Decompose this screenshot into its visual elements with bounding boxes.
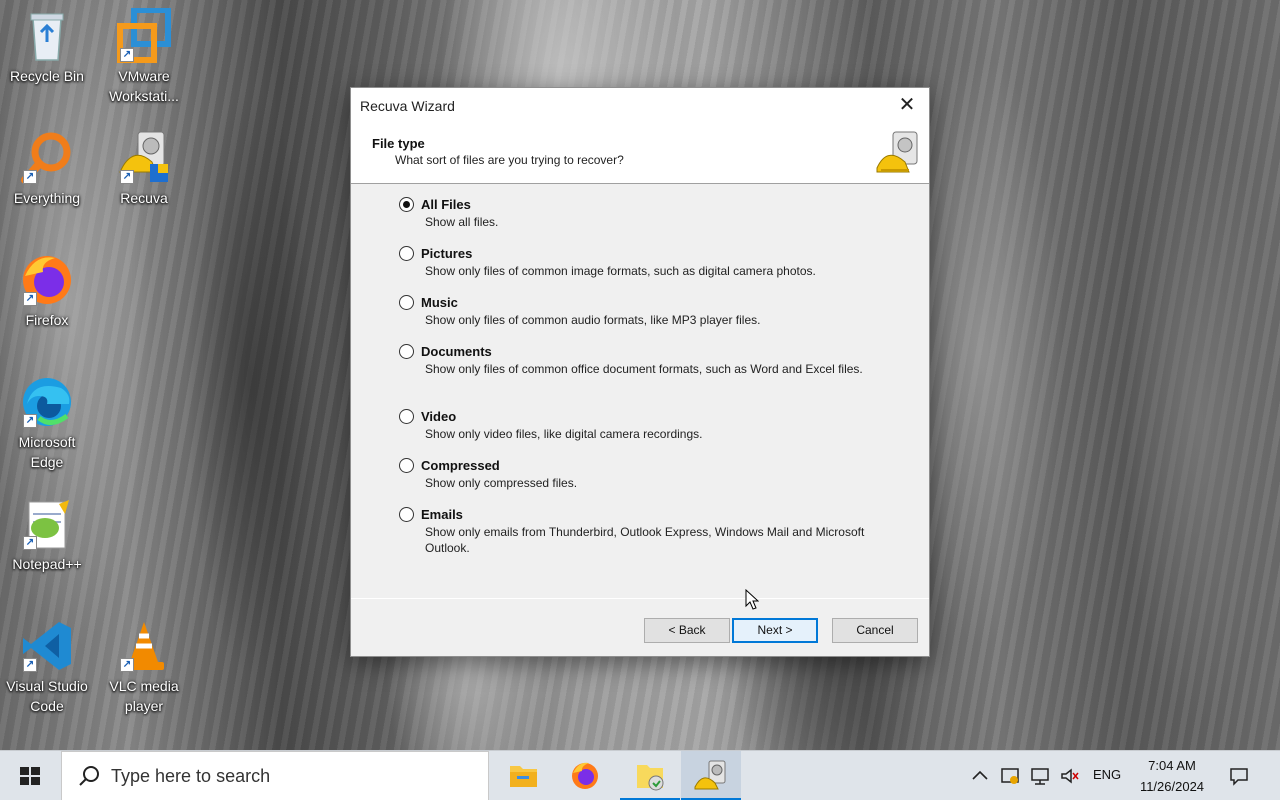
- radio-documents[interactable]: [399, 344, 414, 359]
- desktop-icon-label: Firefox: [25, 312, 69, 328]
- wizard-header: File type What sort of files are you try…: [351, 124, 929, 184]
- search-icon: [79, 766, 99, 786]
- option-label: Compressed: [421, 458, 500, 473]
- option-music[interactable]: Music Show only files of common audio fo…: [399, 294, 879, 328]
- radio-pictures[interactable]: [399, 246, 414, 261]
- desktop-icon-firefox[interactable]: ↗ Firefox: [2, 252, 92, 330]
- desktop-icon-label: Microsoft Edge: [18, 434, 76, 470]
- desktop-icon-label: VMware Workstati...: [109, 68, 179, 104]
- option-description: Show only emails from Thunderbird, Outlo…: [425, 525, 865, 555]
- recuva-wizard-dialog: Recuva Wizard ✕ File type What sort of f…: [350, 87, 930, 657]
- desktop-icon-everything[interactable]: ↗ Everything: [2, 130, 92, 208]
- network-icon[interactable]: [1029, 765, 1051, 787]
- everything-search-icon: ↗: [19, 130, 75, 186]
- shortcut-arrow-icon: ↗: [23, 414, 37, 428]
- desktop-icon-notepadpp[interactable]: ↗ Notepad++: [2, 496, 92, 574]
- vmware-icon: ↗: [116, 7, 172, 64]
- notepadpp-icon: ↗: [19, 496, 75, 552]
- desktop-icon-edge[interactable]: ↗ Microsoft Edge: [2, 374, 92, 472]
- notification-center-icon[interactable]: [1228, 765, 1250, 787]
- shortcut-arrow-icon: ↗: [120, 170, 134, 184]
- clock-date: 11/26/2024: [1139, 779, 1205, 794]
- desktop-icon-recycle-bin[interactable]: Recycle Bin: [2, 8, 92, 86]
- recuva-icon: [694, 760, 726, 790]
- footer-separator: [351, 598, 929, 599]
- desktop-icon-label: Everything: [13, 190, 81, 206]
- shortcut-arrow-icon: ↗: [23, 292, 37, 306]
- option-description: Show only files of common office documen…: [425, 362, 863, 376]
- clock-time: 7:04 AM: [1148, 758, 1196, 773]
- chevron-up-icon[interactable]: [969, 765, 991, 787]
- start-button[interactable]: [0, 751, 60, 800]
- next-button[interactable]: Next >: [732, 618, 818, 643]
- taskbar-firefox[interactable]: [555, 751, 615, 800]
- option-label: All Files: [421, 197, 471, 212]
- radio-video[interactable]: [399, 409, 414, 424]
- folder-icon: [510, 766, 537, 787]
- vlc-cone-icon: ↗: [116, 618, 172, 674]
- edge-icon: ↗: [19, 374, 75, 430]
- option-emails[interactable]: Emails Show only emails from Thunderbird…: [399, 506, 879, 556]
- option-label: Emails: [421, 507, 463, 522]
- option-pictures[interactable]: Pictures Show only files of common image…: [399, 245, 879, 279]
- shortcut-arrow-icon: ↗: [23, 536, 37, 550]
- radio-music[interactable]: [399, 295, 414, 310]
- desktop-icon-label: Visual Studio Code: [6, 678, 88, 714]
- close-icon[interactable]: ✕: [885, 88, 929, 124]
- desktop-icon-label: VLC media player: [109, 678, 179, 714]
- option-documents[interactable]: Documents Show only files of common offi…: [399, 343, 879, 377]
- desktop-icon-vlc[interactable]: ↗ VLC media player: [99, 618, 189, 716]
- option-compressed[interactable]: Compressed Show only compressed files.: [399, 457, 879, 491]
- firefox-icon: [572, 762, 598, 789]
- volume-muted-icon[interactable]: [1059, 765, 1081, 787]
- radio-compressed[interactable]: [399, 458, 414, 473]
- taskbar-file-explorer[interactable]: [493, 751, 553, 800]
- taskbar-file-manager[interactable]: [620, 751, 680, 800]
- firefox-icon: ↗: [19, 252, 75, 308]
- cancel-button[interactable]: Cancel: [832, 618, 918, 643]
- security-center-icon[interactable]: [999, 765, 1021, 787]
- search-placeholder: Type here to search: [111, 766, 271, 786]
- option-description: Show all files.: [425, 215, 499, 229]
- desktop-icon-vscode[interactable]: ↗ Visual Studio Code: [2, 618, 92, 716]
- wizard-step-subtitle: What sort of files are you trying to rec…: [395, 153, 624, 167]
- dialog-title: Recuva Wizard: [360, 98, 455, 114]
- taskbar-search-box[interactable]: Type here to search: [61, 751, 489, 800]
- file-manager-icon: [637, 765, 664, 791]
- wizard-step-title: File type: [372, 136, 425, 151]
- shortcut-arrow-icon: ↗: [23, 658, 37, 672]
- taskbar-clock[interactable]: 7:04 AM 11/26/2024: [1128, 755, 1216, 797]
- option-label: Documents: [421, 344, 492, 359]
- dialog-titlebar[interactable]: Recuva Wizard ✕: [351, 88, 929, 124]
- recuva-icon: ↗: [116, 130, 172, 186]
- shortcut-arrow-icon: ↗: [120, 658, 134, 672]
- option-description: Show only files of common image formats,…: [425, 264, 816, 278]
- option-description: Show only video files, like digital came…: [425, 427, 703, 441]
- option-video[interactable]: Video Show only video files, like digita…: [399, 408, 879, 442]
- option-label: Video: [421, 409, 457, 424]
- shortcut-arrow-icon: ↗: [23, 170, 37, 184]
- vscode-icon: ↗: [19, 618, 75, 674]
- desktop-icon-vmware[interactable]: ↗ VMware Workstati...: [99, 7, 189, 106]
- recycle-bin-icon: [19, 8, 75, 64]
- option-label: Music: [421, 295, 458, 310]
- recuva-logo-icon: [875, 130, 921, 176]
- desktop-icon-recuva[interactable]: ↗ Recuva: [99, 130, 189, 208]
- option-description: Show only compressed files.: [425, 476, 578, 490]
- windows-logo-icon: [20, 767, 40, 785]
- desktop-icon-label: Recuva: [120, 190, 168, 206]
- radio-emails[interactable]: [399, 507, 414, 522]
- desktop-icon-label: Notepad++: [12, 556, 82, 572]
- taskbar-recuva[interactable]: [681, 751, 741, 800]
- option-description: Show only files of common audio formats,…: [425, 313, 761, 327]
- desktop-icon-label: Recycle Bin: [10, 68, 84, 84]
- language-indicator[interactable]: ENG: [1093, 767, 1121, 782]
- taskbar: Type here to search ENG 7:04 AM 11/26/20…: [0, 750, 1280, 800]
- radio-all-files[interactable]: [399, 197, 414, 212]
- shortcut-arrow-icon: ↗: [120, 48, 134, 62]
- back-button[interactable]: < Back: [644, 618, 730, 643]
- option-all-files[interactable]: All Files Show all files.: [399, 196, 879, 230]
- option-label: Pictures: [421, 246, 473, 261]
- mouse-cursor-icon: [745, 588, 760, 616]
